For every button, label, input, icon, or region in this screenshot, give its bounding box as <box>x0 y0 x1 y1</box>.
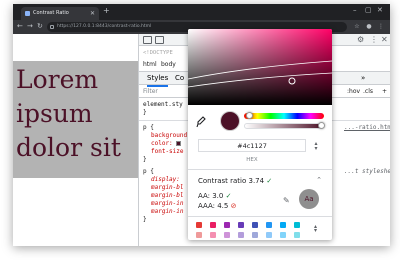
new-rule-icon[interactable]: + <box>382 85 387 98</box>
hex-input[interactable]: #4c1127 <box>198 139 306 152</box>
palette-switch-icon[interactable]: ▴ ▾ <box>314 224 317 234</box>
contrast-preview: Aa <box>299 189 319 209</box>
filter-input[interactable]: Filter <box>143 85 158 98</box>
star-icon[interactable]: ☆ <box>353 23 361 31</box>
palette-swatch[interactable] <box>224 222 230 228</box>
browser-tab[interactable]: Contrast Ratio ✕ <box>21 7 99 20</box>
maximize-icon[interactable]: ▢ <box>365 6 372 14</box>
color-palette: ▴ ▾ <box>196 222 324 240</box>
contrast-ratio-label: Contrast ratio 3.74 <box>198 177 265 185</box>
rule1-source-link[interactable]: ...-ratio.html:8 <box>344 124 390 132</box>
rule2-prop-margin-inline-end: margin-in <box>151 208 184 215</box>
hue-slider-handle[interactable] <box>246 112 254 119</box>
aa-pass-icon: ✓ <box>225 192 232 200</box>
reload-icon[interactable]: ↻ <box>37 22 43 30</box>
new-tab-button[interactable]: + <box>103 6 110 15</box>
inspect-icon[interactable] <box>143 36 152 44</box>
palette-swatch[interactable] <box>280 222 286 228</box>
edit-background-icon[interactable]: ✎ <box>283 196 290 205</box>
aaa-fail-icon: ⊘ <box>230 202 237 210</box>
palette-swatch[interactable] <box>252 222 258 228</box>
breadcrumb-body[interactable]: body <box>161 60 176 70</box>
picker-divider <box>188 169 332 170</box>
contrast-boundary-lines <box>188 60 332 88</box>
palette-divider <box>188 216 332 217</box>
alpha-slider[interactable] <box>244 122 325 129</box>
rule2-prop-margin-block-start: margin-bl <box>151 184 184 191</box>
rule2-prop-display: display: <box>151 176 180 183</box>
sv-cursor[interactable] <box>288 77 296 85</box>
back-icon[interactable]: ← <box>17 22 23 30</box>
title-bar: Contrast Ratio ✕ + – ▢ ✕ <box>13 4 390 20</box>
palette-swatch[interactable] <box>238 222 244 228</box>
cls-toggle[interactable]: .cls <box>363 85 373 98</box>
breadcrumb-html[interactable]: html <box>143 60 157 70</box>
devtools-menu-icon[interactable]: ⋮ <box>370 34 378 46</box>
palette-swatch[interactable] <box>294 232 300 238</box>
lorem-paragraph: Lorem ipsum dolor sit <box>16 65 121 162</box>
contrast-pass-icon: ✓ <box>266 177 273 185</box>
minimize-icon[interactable]: – <box>353 6 357 14</box>
rule2-prop-margin-inline-start: margin-in <box>151 200 184 207</box>
rule1-close: } <box>143 156 147 163</box>
format-toggle-icon[interactable]: ▴ ▾ <box>311 141 321 152</box>
palette-swatch[interactable] <box>196 222 202 228</box>
settings-icon[interactable]: ⚙ <box>357 34 364 46</box>
profile-icon[interactable]: ● <box>365 23 373 31</box>
rule1-color-line[interactable]: color: <box>151 140 182 148</box>
palette-swatch[interactable] <box>294 222 300 228</box>
current-color-swatch <box>220 111 240 131</box>
color-swatch[interactable] <box>176 141 182 146</box>
device-toggle-icon[interactable] <box>155 36 164 44</box>
palette-swatch[interactable] <box>210 232 216 238</box>
close-devtools-icon[interactable]: ✕ <box>381 34 388 46</box>
more-tabs-icon[interactable]: » <box>361 72 365 85</box>
close-tab-icon[interactable]: ✕ <box>90 7 95 20</box>
dom-doctype[interactable]: <!DOCTYPE <box>143 50 173 56</box>
aa-result: AA: 3.0 ✓ <box>198 192 231 200</box>
hov-toggle[interactable]: :hov <box>347 85 360 98</box>
hue-slider[interactable] <box>244 112 324 119</box>
palette-swatch[interactable] <box>238 232 244 238</box>
lock-icon <box>50 25 54 29</box>
tab-computed[interactable]: Co <box>175 72 184 85</box>
palette-swatch[interactable] <box>224 232 230 238</box>
collapse-chevron-icon[interactable]: ⌃ <box>316 176 322 184</box>
paragraph-box: Lorem ipsum dolor sit <box>13 61 138 178</box>
element-style-close: } <box>143 109 147 116</box>
rule1-selector: p { <box>143 124 154 131</box>
palette-swatch[interactable] <box>210 222 216 228</box>
color-picker: #4c1127 HEX ▴ ▾ Contrast ratio 3.74 ✓ ⌃ A… <box>188 29 332 240</box>
rule1-prop-background[interactable]: background <box>151 132 187 140</box>
menu-icon[interactable]: ⋮ <box>377 23 385 31</box>
aaa-label: AAA: 4.5 <box>198 202 229 210</box>
aaa-result: AAA: 4.5 ⊘ <box>198 202 236 210</box>
element-style-selector: element.sty <box>143 101 183 108</box>
tab-title: Contrast Ratio <box>33 10 69 16</box>
format-label: HEX <box>246 157 258 163</box>
forward-icon[interactable]: → <box>27 22 33 30</box>
rule2-selector: p { <box>143 168 154 175</box>
rule1-prop-color: color: <box>151 140 173 147</box>
rule2-close: } <box>143 216 147 223</box>
rule2-source: ...t stylesheet <box>344 168 390 175</box>
close-window-icon[interactable]: ✕ <box>377 6 383 14</box>
alpha-slider-handle[interactable] <box>318 122 325 129</box>
page-viewport: Lorem ipsum dolor sit <box>13 34 138 246</box>
palette-swatch[interactable] <box>266 222 272 228</box>
favicon-icon <box>25 11 30 16</box>
palette-swatch[interactable] <box>280 232 286 238</box>
contrast-ratio[interactable]: Contrast ratio 3.74 ✓ <box>198 177 272 185</box>
rule2-prop-margin-block-end: margin-bl <box>151 192 184 199</box>
palette-swatch[interactable] <box>252 232 258 238</box>
aa-label: AA: 3.0 <box>198 192 224 200</box>
rule1-prop-font-size[interactable]: font-size <box>151 148 184 156</box>
palette-swatch[interactable] <box>266 232 272 238</box>
palette-swatch[interactable] <box>196 232 202 238</box>
eyedropper-icon[interactable] <box>196 116 206 128</box>
saturation-value-area[interactable] <box>188 29 332 105</box>
url-text: https://127.0.0.1:8443/contrast-ratio.ht… <box>57 24 152 29</box>
